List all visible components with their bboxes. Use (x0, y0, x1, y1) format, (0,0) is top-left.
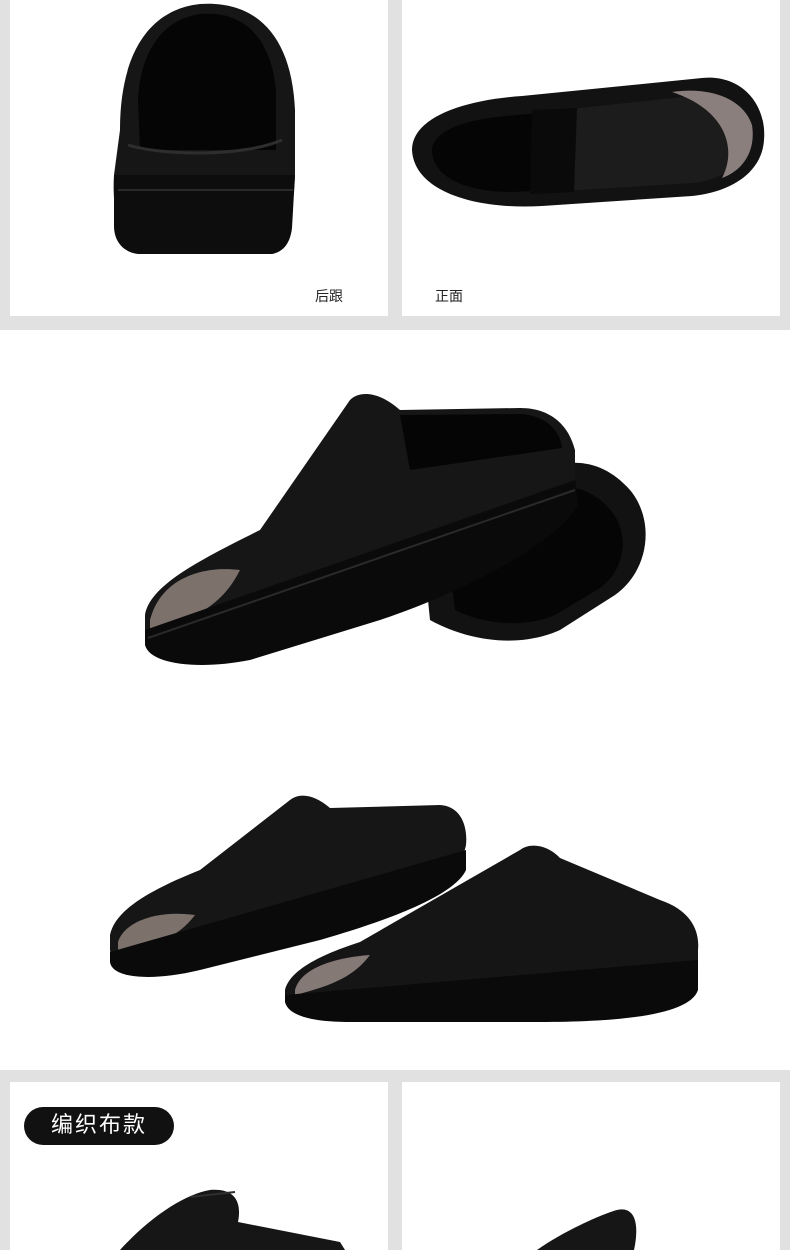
heel-view-caption: 后跟 (315, 289, 343, 305)
shoe-pair-side-photo (110, 394, 699, 1022)
top-view-caption: 正面 (435, 289, 463, 305)
woven-right-panel (402, 1082, 780, 1250)
heel-view-shoe-image (113, 3, 295, 254)
top-view-panel: 正面 (402, 0, 780, 316)
top-view-shoe-image (412, 77, 765, 207)
woven-shoe-right-image (537, 1209, 637, 1250)
heel-view-panel: 后跟 (10, 0, 388, 316)
woven-fabric-tag: 编织布款 (24, 1107, 174, 1145)
